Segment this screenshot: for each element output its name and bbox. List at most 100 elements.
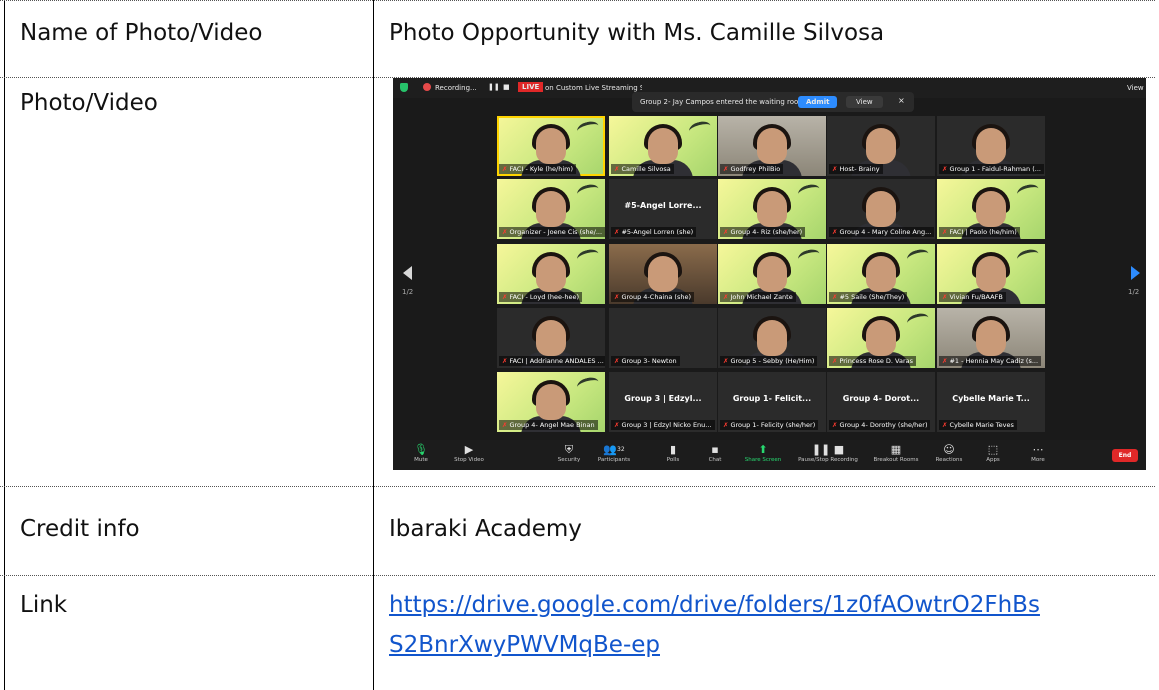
participant-video-face [536, 256, 566, 292]
record-dot-icon [423, 83, 431, 91]
security-button[interactable]: ⛨ Security [544, 443, 594, 463]
more-button[interactable]: ⋯ More [1013, 443, 1063, 463]
bird-graphic [1015, 182, 1041, 201]
participant-name-label: ✗ Group 1 - Faidul-Rahman (... [939, 164, 1044, 174]
participant-video-face [866, 191, 896, 227]
participant-tile[interactable]: ✗ #1 - Hennia May Cadiz (s... [937, 308, 1045, 368]
participant-tile[interactable]: Group 4- Dorot... ✗ Group 4- Dorothy (she/… [827, 372, 935, 432]
muted-microphone-icon: ✗ [942, 228, 948, 236]
pause-icon[interactable]: ❚❚ [488, 83, 500, 91]
participants-button[interactable]: 👥32 Participants [589, 443, 639, 463]
participant-name-label: ✗ Princess Rose D. Varas [829, 356, 917, 366]
bird-graphic [905, 247, 931, 266]
participant-tile[interactable]: ✗ Group 4 - Mary Coline Ang... [827, 179, 935, 239]
participant-name-label: ✗ Vivian Fu/BAAFB [939, 292, 1006, 302]
participant-video-face [976, 320, 1006, 356]
muted-microphone-icon: ✗ [942, 357, 948, 365]
participant-tile[interactable]: ✗ Princess Rose D. Varas [827, 308, 935, 368]
participant-tile[interactable]: ✗ Camille Silvosa [609, 116, 717, 176]
row-label-link: Link [20, 592, 68, 618]
participant-tile[interactable]: ✗ Group 4- Riz (she/her) [718, 179, 826, 239]
participant-tile[interactable]: Group 1- Felicit... ✗ Group 1- Felicity (s… [718, 372, 826, 432]
participant-name-text: #1 - Hennia May Cadiz (s... [949, 357, 1039, 365]
participant-tile[interactable]: ✗ Group 3- Newton [609, 308, 717, 368]
participant-tile[interactable]: #5-Angel Lorre... ✗ #5-Angel Lorren (she) [609, 179, 717, 239]
participant-name-label: ✗ Group 4- Dorothy (she/her) [829, 420, 931, 430]
muted-microphone-icon: ✗ [942, 165, 948, 173]
close-icon[interactable]: × [898, 96, 905, 105]
participant-tile[interactable]: ✗ Organizer - Joene Cis (she/... [497, 179, 605, 239]
participant-name-label: ✗ Group 3- Newton [611, 356, 680, 366]
participant-video-face [866, 256, 896, 292]
participant-tile[interactable]: ✗ Vivian Fu/BAAFB [937, 244, 1045, 304]
participant-name-label: ✗ Group 4 - Mary Coline Ang... [829, 227, 935, 237]
participant-tile[interactable]: ✗ Group 5 - Sebby (He/Him) [718, 308, 826, 368]
participant-tile[interactable]: ✗ #5 Saile (She/They) [827, 244, 935, 304]
page-indicator-left: 1/2 [402, 288, 414, 296]
share-arrow-icon: ⬆ [758, 443, 768, 456]
next-page-arrow-icon[interactable] [1131, 266, 1140, 280]
participant-name-text: Host- Brainy [839, 165, 880, 173]
reactions-button[interactable]: ☺ Reactions [924, 443, 974, 463]
participant-tile[interactable]: ✗ Host- Brainy [827, 116, 935, 176]
drive-link-line2[interactable]: S2BnrXwyPWVMqBe-ep [389, 630, 660, 660]
muted-microphone-icon: ✗ [502, 421, 508, 429]
pause-stop-icon: ❚❚ ■ [811, 443, 845, 456]
more-dots-icon: ⋯ [1032, 443, 1044, 456]
admit-button[interactable]: Admit [798, 96, 838, 108]
muted-microphone-icon: ✗ [942, 421, 948, 429]
zoom-toolbar: 🎙 Mute ▶ Stop Video ⛨ Security 👥32 Participa… [393, 440, 1146, 470]
view-button[interactable]: View [846, 96, 883, 108]
participant-tile[interactable]: ✗ FACI - Loyd (hee-hee) [497, 244, 605, 304]
participant-name-text: John Michael Zante [730, 293, 793, 301]
participant-video-face [757, 128, 787, 164]
share-screen-button[interactable]: ⬆ Share Screen [738, 443, 788, 463]
muted-microphone-icon: ✗ [832, 165, 838, 173]
participant-tile[interactable]: ✗ FACI - Kyle (he/him) [497, 116, 605, 176]
streaming-status[interactable]: on Custom Live Streaming Service [545, 84, 642, 92]
table-row-divider [0, 0, 1155, 1]
participant-tile[interactable]: ✗ Group 1 - Faidul-Rahman (... [937, 116, 1045, 176]
participant-video-face [536, 191, 566, 227]
pause-stop-recording-button[interactable]: ❚❚ ■ Pause/Stop Recording [793, 443, 863, 463]
table-column-divider [373, 0, 374, 690]
bird-graphic [796, 247, 822, 266]
microphone-icon: 🎙 [414, 443, 428, 456]
participant-tile[interactable]: Group 3 | Edzyl... ✗ Group 3 | Edzyl Nicko… [609, 372, 717, 432]
participant-tile[interactable]: ✗ John Michael Zante [718, 244, 826, 304]
participant-name-text: FACI - Loyd (hee-hee) [509, 293, 580, 301]
previous-page-arrow-icon[interactable] [403, 266, 412, 280]
muted-microphone-icon: ✗ [502, 165, 508, 173]
participant-tile[interactable]: ✗ Group 4- Angel Mae Binan [497, 372, 605, 432]
participant-display-name: #5-Angel Lorre... [624, 201, 702, 210]
participant-tile[interactable]: ✗ FACI | Paolo (he/him) [937, 179, 1045, 239]
participant-name-label: ✗ #1 - Hennia May Cadiz (s... [939, 356, 1042, 366]
participant-video-face [976, 128, 1006, 164]
chat-button[interactable]: ▪ Chat [690, 443, 740, 463]
participant-tile[interactable]: ✗ Group 4-Chaina (she) [609, 244, 717, 304]
breakout-rooms-button[interactable]: ▦ Breakout Rooms [871, 443, 921, 463]
table-row-divider [0, 575, 1155, 576]
end-meeting-button[interactable]: End [1112, 449, 1138, 462]
stop-icon[interactable]: ■ [503, 83, 510, 91]
participant-tile[interactable]: ✗ Godfrey PhilBio [718, 116, 826, 176]
page-indicator-right: 1/2 [1128, 288, 1140, 296]
participant-video-face [536, 128, 566, 164]
participant-name-text: Group 1 - Faidul-Rahman (... [949, 165, 1041, 173]
participant-tile[interactable]: Cybelle Marie T... ✗ Cybelle Marie Teves [937, 372, 1045, 432]
participant-name-label: ✗ Organizer - Joene Cis (she/... [499, 227, 605, 237]
bird-graphic [905, 311, 931, 330]
participant-tile[interactable]: ✗ FACI | Addrianne ANDALES ... [497, 308, 605, 368]
view-menu[interactable]: View [1127, 84, 1144, 92]
participant-name-text: Group 4- Angel Mae Binan [509, 421, 595, 429]
stop-video-button[interactable]: ▶ Stop Video [444, 443, 494, 463]
muted-microphone-icon: ✗ [723, 421, 729, 429]
row-value-name: Photo Opportunity with Ms. Camille Silvo… [389, 20, 885, 46]
apps-button[interactable]: ⬚ Apps [968, 443, 1018, 463]
drive-link-line1[interactable]: https://drive.google.com/drive/folders/1… [389, 590, 1040, 620]
mute-button[interactable]: 🎙 Mute [396, 443, 446, 463]
row-label-name: Name of Photo/Video [20, 20, 263, 46]
participant-name-text: FACI - Kyle (he/him) [509, 165, 574, 173]
breakout-grid-icon: ▦ [890, 443, 902, 456]
recording-status: Recording... [435, 84, 477, 92]
